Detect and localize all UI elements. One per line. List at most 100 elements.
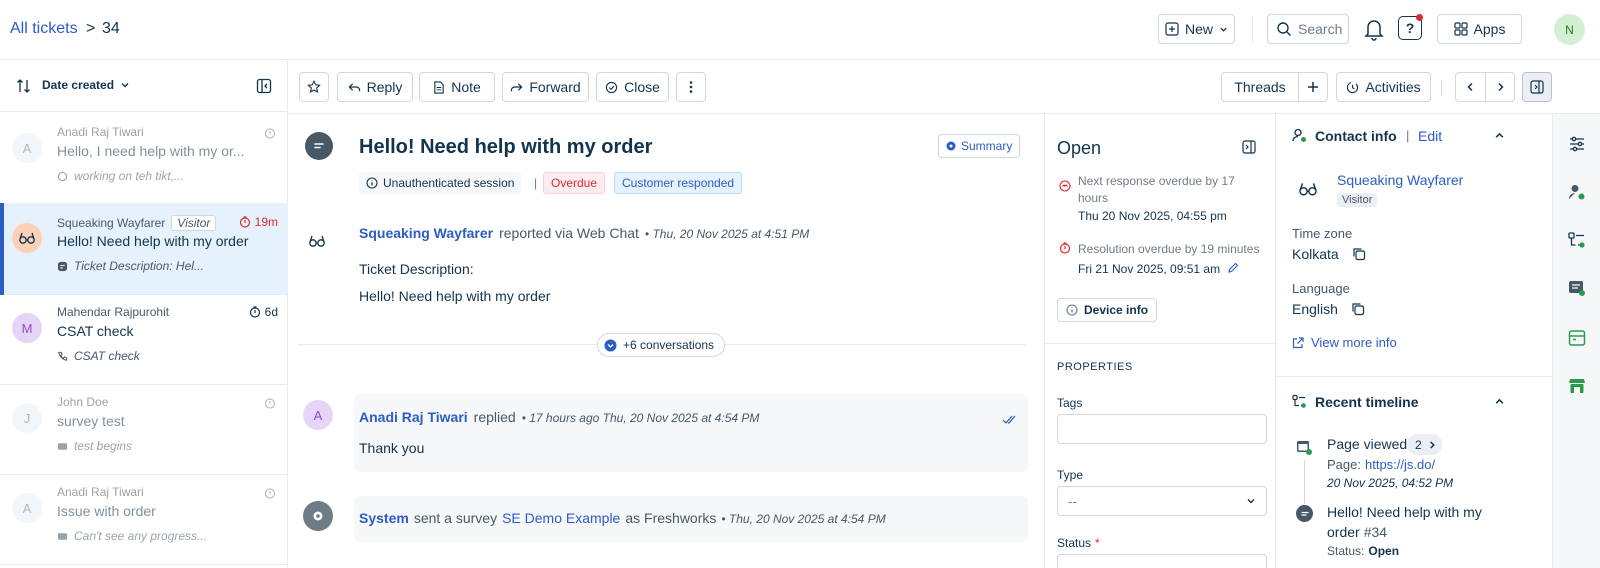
page-url-link[interactable]: https://js.do/ — [1365, 457, 1435, 472]
more-vertical-icon — [689, 81, 693, 93]
view-more-info-link[interactable]: View more info — [1292, 335, 1397, 350]
customer-responded-label: Customer responded — [622, 176, 735, 190]
page-viewed-label: Page viewed — [1327, 436, 1408, 452]
reply-label: Reply — [366, 79, 403, 95]
edit-pencil-icon[interactable] — [1227, 262, 1239, 274]
preview-text: CSAT check — [74, 349, 140, 363]
ticket-list-item[interactable]: A Anadi Raj Tiwari Issue with order Can'… — [0, 473, 288, 565]
page-view-count[interactable]: 2 — [1407, 434, 1442, 455]
ticket-list-item[interactable]: J John Doe survey test test begins — [0, 383, 288, 475]
note-icon — [434, 80, 444, 94]
new-button[interactable]: New — [1158, 14, 1235, 44]
contact-icon[interactable] — [1567, 182, 1587, 202]
new-label: New — [1184, 21, 1213, 37]
language-label: Language — [1292, 281, 1350, 296]
collapse-list-icon[interactable] — [256, 78, 272, 94]
summary-button[interactable]: Summary — [938, 134, 1021, 158]
expand-conversations-button[interactable]: +6 conversations — [597, 333, 726, 357]
breadcrumb-all-tickets[interactable]: All tickets — [10, 20, 78, 38]
note-button[interactable]: Note — [419, 72, 495, 102]
add-thread-button[interactable] — [1298, 72, 1328, 102]
tags-input[interactable] — [1057, 414, 1267, 444]
more-actions-button[interactable] — [676, 72, 706, 102]
reply-button[interactable]: Reply — [337, 72, 413, 102]
collapse-panel-icon[interactable] — [1242, 140, 1256, 154]
contact-name[interactable]: Squeaking Wayfarer — [1337, 172, 1463, 188]
next-ticket-button[interactable] — [1485, 72, 1515, 102]
threads-button[interactable]: Threads — [1221, 72, 1299, 102]
ticket-subject: Hello! Need help with my order — [57, 233, 249, 249]
device-info-button[interactable]: Device info — [1057, 298, 1158, 322]
chevron-circle-down-icon — [604, 339, 617, 351]
agent-avatar: A — [303, 400, 333, 430]
store-icon[interactable] — [1567, 376, 1587, 396]
apps-button[interactable]: Apps — [1437, 14, 1522, 44]
survey-link[interactable]: SE Demo Example — [502, 510, 620, 526]
timeline-ticket-status: Status: Open — [1327, 544, 1399, 558]
copy-icon[interactable] — [1352, 247, 1366, 261]
previous-ticket-button[interactable] — [1455, 72, 1486, 102]
breadcrumb-separator: > — [86, 20, 96, 37]
page-viewed-time: 20 Nov 2025, 04:52 PM — [1327, 476, 1454, 490]
reply-icon — [348, 82, 360, 91]
selected-indicator — [0, 203, 4, 295]
reply-verb: replied — [473, 409, 516, 425]
sort-icon[interactable] — [16, 78, 32, 94]
ticket-list-item-selected[interactable]: Squeaking Wayfarer Visitor Hello! Need h… — [0, 203, 288, 295]
avatar: J — [12, 403, 42, 433]
reported-time: • Thu, 20 Nov 2025 at 4:51 PM — [644, 227, 810, 241]
system-author: System — [359, 510, 409, 526]
reply-author[interactable]: Anadi Raj Tiwari — [359, 409, 468, 425]
type-label: Type — [1057, 468, 1084, 482]
type-select[interactable]: -- — [1057, 486, 1267, 516]
calendar-icon[interactable] — [1567, 328, 1587, 348]
timeline-icon — [1292, 394, 1306, 408]
preview-text: working on teh tikt,... — [74, 169, 185, 183]
glasses-icon — [1299, 183, 1317, 196]
reporter-name[interactable]: Squeaking Wayfarer — [359, 225, 493, 241]
ticket-list-item[interactable]: M Mahendar Rajpurohit CSAT check CSAT ch… — [0, 293, 288, 385]
chevron-down-icon — [1220, 27, 1227, 32]
bell-icon[interactable] — [1363, 17, 1385, 41]
resolution-timer-icon — [1059, 242, 1071, 254]
requester-name: Anadi Raj Tiwari — [57, 485, 144, 499]
forward-button[interactable]: Forward — [502, 72, 589, 102]
next-response-time: Thu 20 Nov 2025, 04:55 pm — [1078, 209, 1227, 223]
search-icon — [1277, 22, 1291, 36]
sort-label: Date created — [42, 78, 115, 92]
status-select[interactable] — [1057, 554, 1267, 568]
timeline-status-value: Open — [1368, 544, 1400, 558]
forward-icon — [511, 82, 523, 91]
chevron-up-icon[interactable] — [1494, 396, 1505, 407]
user-avatar[interactable]: N — [1554, 14, 1585, 45]
help-notification-dot — [1416, 14, 1423, 21]
view-more-info-label: View more info — [1311, 335, 1397, 350]
chevron-up-icon[interactable] — [1494, 130, 1505, 141]
close-button[interactable]: Close — [596, 72, 669, 102]
status-label: Status — [1057, 536, 1092, 550]
sla-time: 19m — [254, 215, 278, 229]
activities-button[interactable]: Activities — [1336, 72, 1431, 102]
ticket-list-header: Date created — [0, 60, 288, 112]
search-input[interactable]: Search — [1267, 14, 1349, 44]
requester-name: John Doe — [57, 395, 109, 409]
ticket-list-item[interactable]: A Anadi Raj Tiwari Hello, I need help wi… — [0, 113, 288, 205]
star-button[interactable] — [299, 72, 329, 102]
chevron-left-icon — [1467, 82, 1473, 92]
system-verb: sent a survey — [413, 510, 498, 526]
toggle-sidebar-button[interactable] — [1522, 72, 1552, 102]
filter-settings-icon[interactable] — [1567, 134, 1587, 154]
edit-contact-link[interactable]: Edit — [1418, 128, 1442, 144]
gear-icon — [313, 511, 323, 521]
resolution-time: Fri 21 Nov 2025, 09:51 am — [1078, 262, 1221, 276]
copy-icon[interactable] — [1351, 302, 1365, 316]
contact-divider — [1276, 376, 1552, 377]
sort-dropdown[interactable]: Date created — [42, 78, 130, 92]
ticket-status-heading: Open — [1057, 138, 1102, 158]
glasses-icon — [19, 232, 35, 244]
timer-icon — [249, 306, 260, 318]
ticket-subject: Issue with order — [57, 503, 156, 519]
timeline-icon[interactable] — [1567, 230, 1587, 250]
ticket-properties-icon[interactable] — [1567, 278, 1587, 298]
timeline-ticket-id[interactable]: #34 — [1364, 524, 1387, 540]
